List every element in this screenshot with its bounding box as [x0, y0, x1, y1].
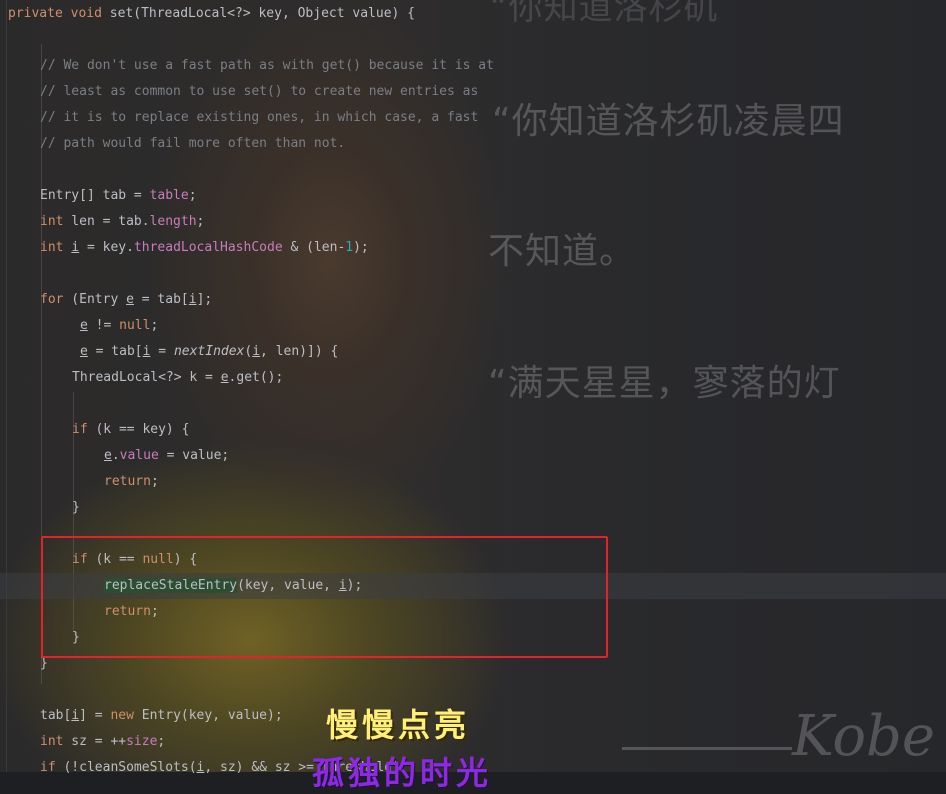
wallpaper-signature-dash — [622, 747, 792, 750]
code-text: .get(); — [228, 370, 284, 385]
code-text: ); — [353, 240, 369, 255]
editor-gutter-divider — [6, 0, 7, 772]
code-text: ; — [150, 474, 159, 489]
code-text: (k == key) { — [87, 422, 190, 437]
keyword: void — [70, 6, 102, 21]
code-line-for-update[interactable]: e = tab[i = nextIndex(i, len)]) { — [80, 339, 338, 365]
subtitle-line-2: 孤独的时光 — [312, 754, 493, 792]
variable-ref: e — [80, 318, 88, 333]
wallpaper-text-top: “你知道洛杉矶 — [490, 0, 719, 28]
keyword: return — [104, 474, 151, 489]
code-text: ; — [188, 188, 197, 203]
keyword: if — [72, 422, 88, 437]
variable-ref: e — [126, 292, 134, 307]
code-line-tab[interactable]: Entry[] tab = table; — [40, 183, 197, 209]
code-text: ] = — [79, 708, 111, 723]
keyword: new — [110, 708, 134, 723]
code-line-return[interactable]: return; — [104, 469, 159, 495]
keyword: int — [40, 214, 64, 229]
field-ref: length — [149, 214, 197, 229]
code-line-signature[interactable]: private void set(ThreadLocal<?> key, Obj… — [8, 1, 415, 27]
keyword: int — [40, 240, 64, 255]
code-text: = tab[ — [87, 344, 143, 359]
code-text: , len)]) { — [260, 344, 339, 359]
code-comment[interactable]: // it is to replace existing ones, in wh… — [40, 105, 478, 131]
variable-ref: e — [104, 448, 112, 463]
number-literal: 1 — [345, 240, 354, 255]
code-text: & (len- — [282, 240, 346, 255]
variable-ref: i — [252, 344, 261, 359]
field-ref: threadLocalHashCode — [133, 240, 283, 255]
code-text: != — [87, 318, 120, 333]
code-line-assign-value[interactable]: e.value = value; — [104, 443, 229, 469]
code-line-len[interactable]: int len = tab.length; — [40, 209, 204, 235]
variable-ref: i — [71, 708, 80, 723]
wallpaper-signature: Kobe — [792, 704, 936, 769]
code-line-new-entry[interactable]: tab[i] = new Entry(key, value); — [40, 703, 283, 729]
variable-ref: e — [80, 344, 88, 359]
code-comment[interactable]: // least as common to use set() to creat… — [40, 79, 478, 105]
code-text: (Entry — [63, 292, 127, 307]
code-line-for[interactable]: for (Entry e = tab[i]; — [40, 287, 212, 313]
code-line-threadlocal[interactable]: ThreadLocal<?> k = e.get(); — [72, 365, 283, 391]
code-line-size[interactable]: int sz = ++size; — [40, 729, 165, 755]
code-line-if-key[interactable]: if (k == key) { — [72, 417, 189, 443]
code-text: len = tab. — [63, 214, 150, 229]
code-text: ; — [150, 318, 159, 333]
code-text: sz = ++ — [63, 734, 127, 749]
field-ref: value — [119, 448, 159, 463]
code-comment[interactable]: // path would fail more often than not. — [40, 131, 345, 157]
code-comment[interactable]: // We don't use a fast path as with get(… — [40, 53, 494, 79]
wallpaper-text-line-3: “满天星星，寥落的灯 — [488, 363, 841, 404]
code-line-index[interactable]: int i = key.threadLocalHashCode & (len-1… — [40, 235, 369, 261]
code-text: ; — [196, 214, 205, 229]
method-call: nextIndex — [173, 344, 245, 359]
keyword: for — [40, 292, 64, 307]
code-text: (!cleanSomeSlots( — [55, 760, 197, 775]
field-ref: size — [126, 734, 158, 749]
code-text: = tab[ — [133, 292, 189, 307]
field-ref: table — [149, 188, 189, 203]
code-text: ThreadLocal<?> k = — [72, 370, 221, 385]
highlight-annotation-box — [41, 536, 608, 658]
code-text: = value; — [158, 448, 230, 463]
code-text: Entry(key, value); — [133, 708, 283, 723]
code-text: = key. — [79, 240, 134, 255]
code-text: ; — [157, 734, 166, 749]
code-text: set(ThreadLocal<?> key, Object value) { — [101, 6, 416, 21]
keyword: if — [40, 760, 56, 775]
code-text: = — [150, 344, 174, 359]
code-text: ]; — [196, 292, 213, 307]
variable-ref: i — [71, 240, 80, 255]
code-line-brace[interactable]: } — [72, 495, 80, 521]
code-text: Entry[] tab = — [40, 188, 150, 203]
keyword: null — [119, 318, 151, 333]
variable-ref: e — [220, 370, 229, 385]
code-text: tab[ — [40, 708, 72, 723]
subtitle-line-1: 慢慢点亮 — [326, 706, 471, 744]
keyword: private — [8, 6, 63, 21]
keyword: int — [40, 734, 64, 749]
code-line-for-condition[interactable]: e != null; — [80, 313, 158, 339]
wallpaper-text-line-1: “你知道洛杉矶凌晨四 — [492, 101, 845, 142]
code-text: . — [111, 448, 120, 463]
wallpaper-text-line-2: 不知道。 — [488, 231, 637, 272]
variable-ref: i — [188, 292, 197, 307]
